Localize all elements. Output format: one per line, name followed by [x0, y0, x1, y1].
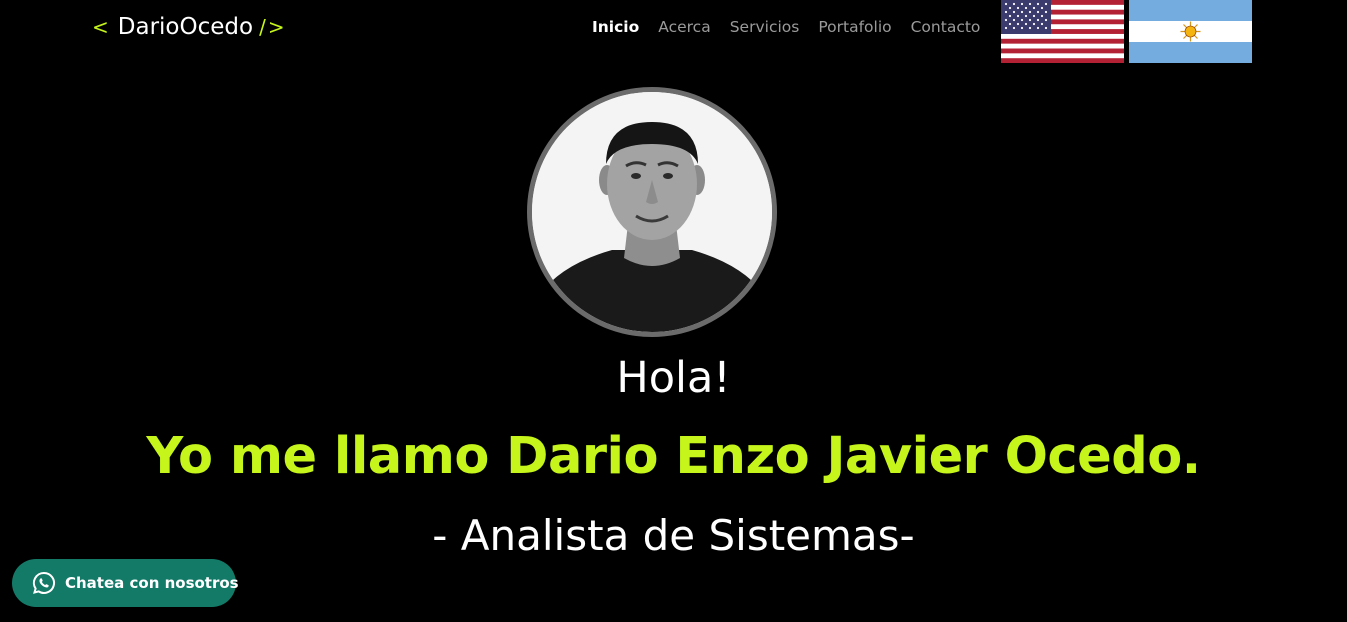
whatsapp-icon [32, 571, 56, 595]
nav-item-inicio[interactable]: Inicio [592, 17, 639, 37]
logo-slash: / [259, 15, 266, 39]
hero-subtitle: - Analista de Sistemas- [432, 511, 915, 560]
us-flag-icon[interactable] [1001, 0, 1124, 63]
chat-button-label: Chatea con nosotros [65, 574, 239, 592]
nav-item-servicios[interactable]: Servicios [730, 17, 800, 37]
nav-item-acerca[interactable]: Acerca [658, 17, 710, 37]
profile-photo-image [532, 92, 772, 332]
logo-open-bracket: < [92, 15, 109, 39]
whatsapp-chat-button[interactable]: Chatea con nosotros [12, 559, 239, 607]
nav-item-portafolio[interactable]: Portafolio [818, 17, 891, 37]
profile-photo [527, 87, 777, 337]
site-logo[interactable]: < DarioOcedo / > [92, 12, 285, 42]
hero-headline: Yo me llamo Dario Enzo Javier Ocedo. [146, 427, 1201, 486]
argentina-flag-icon[interactable] [1129, 0, 1252, 63]
nav-item-contacto[interactable]: Contacto [911, 17, 981, 37]
hero-greeting: Hola! [616, 353, 731, 403]
main-nav: Inicio Acerca Servicios Portafolio Conta… [592, 17, 999, 37]
logo-name: DarioOcedo [117, 14, 254, 40]
logo-close-bracket: > [267, 15, 285, 39]
